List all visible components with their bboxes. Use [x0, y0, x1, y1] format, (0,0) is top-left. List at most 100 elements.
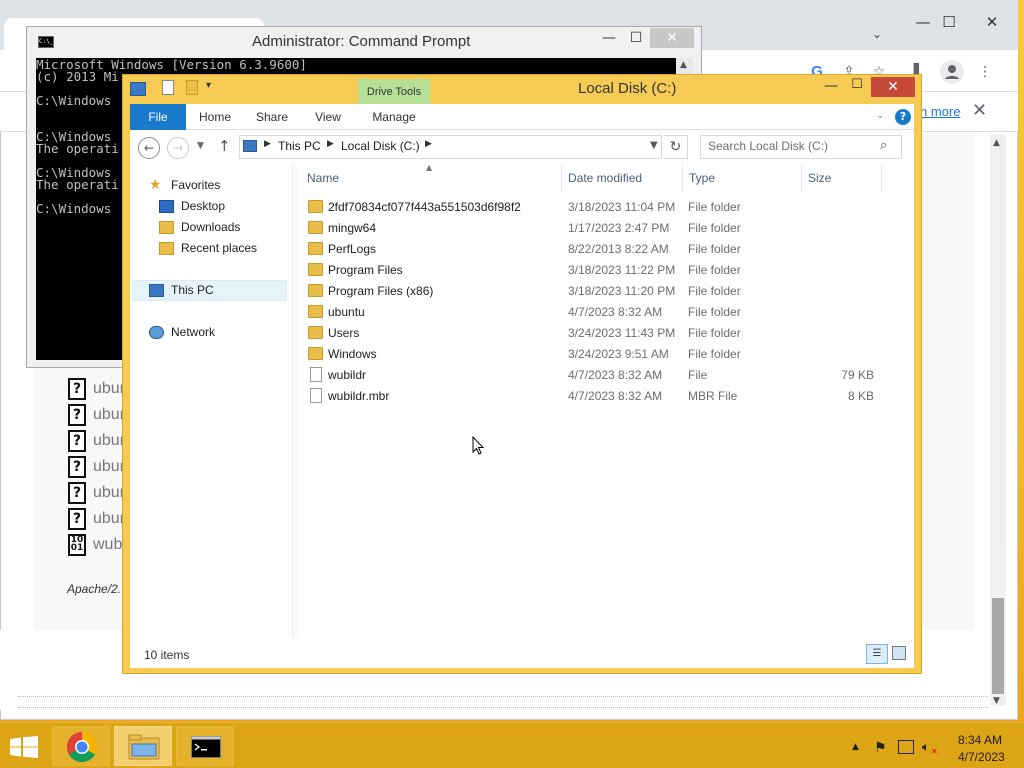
chrome-close-button[interactable]: ✕: [966, 10, 1018, 34]
up-arrow-icon[interactable]: ↑: [218, 137, 231, 155]
tab-manage[interactable]: Manage: [362, 104, 426, 130]
column-header-date-modified[interactable]: Date modified: [568, 171, 642, 185]
show-hidden-icons-icon[interactable]: ▲: [852, 742, 859, 752]
column-header-type[interactable]: Type: [689, 171, 715, 185]
profile-icon[interactable]: [940, 60, 964, 84]
page-scrollbar-thumb[interactable]: [992, 598, 1004, 694]
page-horizontal-scrollbar[interactable]: [18, 696, 988, 708]
taskbar-cmd-button[interactable]: [176, 726, 234, 766]
customize-qat-chevron-down-icon[interactable]: ▾: [206, 80, 222, 96]
properties-icon[interactable]: [162, 80, 174, 95]
refresh-icon[interactable]: ↻: [664, 135, 688, 159]
nav-item-network[interactable]: Network: [149, 323, 289, 343]
tab-home[interactable]: Home: [194, 104, 236, 130]
chrome-icon: [66, 732, 98, 763]
column-header-size[interactable]: Size: [808, 171, 831, 185]
clock-date[interactable]: 4/7/2023: [958, 750, 1005, 764]
menu-icon[interactable]: ⋮: [974, 61, 996, 83]
recent-places-icon: [159, 242, 174, 255]
infobar-close-icon[interactable]: ✕: [972, 100, 987, 121]
nav-item-desktop[interactable]: Desktop: [159, 197, 289, 217]
file-row[interactable]: wubildr.mbr 4/7/2023 8:32 AM MBR File 8 …: [306, 386, 886, 407]
file-row[interactable]: PerfLogs 8/22/2013 8:22 AM File folder: [306, 239, 886, 260]
chrome-maximize-button[interactable]: ☐: [934, 10, 964, 34]
sort-ascending-icon: ▲: [426, 163, 433, 172]
file-row[interactable]: wubildr 4/7/2023 8:32 AM File 79 KB: [306, 365, 886, 386]
help-icon[interactable]: ?: [895, 109, 911, 125]
scroll-up-arrow-icon[interactable]: ▲: [993, 138, 1000, 148]
file-name: Users: [328, 326, 360, 340]
learn-more-link[interactable]: n more: [920, 104, 960, 119]
file-row[interactable]: Program Files (x86) 3/18/2023 11:20 PM F…: [306, 281, 886, 302]
cmd-minimize-button[interactable]: —: [598, 28, 620, 48]
breadcrumb-this-pc[interactable]: This PC: [278, 139, 321, 153]
taskbar-chrome-button[interactable]: [52, 726, 110, 766]
tab-view[interactable]: View: [308, 104, 348, 130]
file-row[interactable]: Windows 3/24/2023 9:51 AM File folder: [306, 344, 886, 365]
nav-item-label: Network: [171, 325, 216, 339]
file-name: Windows: [328, 347, 377, 361]
back-arrow-icon[interactable]: ←: [138, 137, 160, 159]
console-line: The operati: [36, 177, 119, 192]
file-type: File folder: [688, 200, 741, 214]
console-line: C:\Windows: [36, 93, 112, 108]
new-folder-icon[interactable]: [186, 80, 198, 95]
breadcrumb-local-disk[interactable]: Local Disk (C:): [341, 139, 420, 153]
nav-item-downloads[interactable]: Downloads: [159, 218, 289, 238]
page-file-name[interactable]: wub: [93, 536, 122, 554]
tab-share[interactable]: Share: [250, 104, 294, 130]
volume-muted-icon[interactable]: 🔈︎: [922, 740, 930, 755]
file-name: mingw64: [328, 221, 377, 235]
action-center-flag-icon[interactable]: ⚑: [874, 740, 887, 756]
this-pc-icon: [243, 140, 257, 152]
explorer-close-button[interactable]: ✕: [871, 77, 915, 97]
clock-time[interactable]: 8:34 AM: [958, 733, 1002, 747]
nav-item-this-pc[interactable]: This PC: [149, 281, 287, 301]
cmd-maximize-button[interactable]: ☐: [625, 28, 647, 48]
cmd-close-button[interactable]: ✕: [650, 28, 694, 48]
search-icon[interactable]: ⌕: [880, 138, 887, 153]
expand-ribbon-chevron-down-icon[interactable]: ⌄: [876, 110, 884, 121]
column-header-name[interactable]: Name: [307, 171, 339, 185]
details-view-icon[interactable]: ☰: [866, 644, 888, 664]
explorer-maximize-button[interactable]: ☐: [846, 77, 868, 92]
column-divider[interactable]: [561, 166, 562, 192]
file-row[interactable]: ubuntu 4/7/2023 8:32 AM File folder: [306, 302, 886, 323]
nav-item-favorites[interactable]: ★ Favorites: [149, 176, 289, 196]
explorer-minimize-button[interactable]: —: [820, 78, 842, 94]
taskbar-explorer-button[interactable]: [114, 726, 172, 766]
network-icon[interactable]: [898, 740, 914, 754]
file-row[interactable]: 2fdf70834cf077f443a551503d6f98f2 3/18/20…: [306, 197, 886, 218]
file-row[interactable]: Users 3/24/2023 11:43 PM File folder: [306, 323, 886, 344]
nav-item-recent-places[interactable]: Recent places: [159, 239, 289, 259]
scroll-up-arrow-icon[interactable]: ▲: [680, 60, 687, 70]
address-history-chevron-down-icon[interactable]: ▼: [650, 140, 658, 151]
file-date: 3/24/2023 9:51 AM: [568, 347, 669, 361]
folder-icon: [308, 347, 323, 360]
scroll-down-arrow-icon[interactable]: ▼: [993, 696, 1000, 706]
unknown-file-icon: ?: [68, 456, 86, 478]
large-icons-view-icon[interactable]: [892, 646, 906, 660]
breadcrumb-chevron-right-icon[interactable]: ▶: [327, 139, 334, 149]
column-divider[interactable]: [682, 166, 683, 192]
windows-start-icon[interactable]: [10, 736, 38, 758]
file-type: File: [688, 368, 708, 382]
column-divider[interactable]: [801, 166, 802, 192]
file-row[interactable]: Program Files 3/18/2023 11:22 PM File fo…: [306, 260, 886, 281]
tab-file[interactable]: File: [130, 104, 186, 130]
recent-locations-chevron-down-icon[interactable]: ▼: [197, 141, 204, 151]
mouse-cursor-icon: [472, 435, 485, 459]
tab-search-chevron-down-icon[interactable]: ⌄: [872, 27, 882, 41]
breadcrumb-chevron-right-icon[interactable]: ▶: [264, 139, 271, 149]
unknown-file-icon: ?: [68, 378, 86, 400]
file-type: File folder: [688, 305, 741, 319]
breadcrumb-chevron-right-icon[interactable]: ▶: [425, 139, 432, 149]
file-row[interactable]: mingw64 1/17/2023 2:47 PM File folder: [306, 218, 886, 239]
nav-item-label: Downloads: [181, 220, 241, 234]
folder-icon: [308, 200, 323, 213]
column-divider[interactable]: [881, 166, 882, 192]
forward-arrow-icon[interactable]: →: [167, 137, 189, 159]
mute-x-icon: ✕: [931, 747, 938, 756]
file-type: File folder: [688, 284, 741, 298]
file-type: File folder: [688, 326, 741, 340]
